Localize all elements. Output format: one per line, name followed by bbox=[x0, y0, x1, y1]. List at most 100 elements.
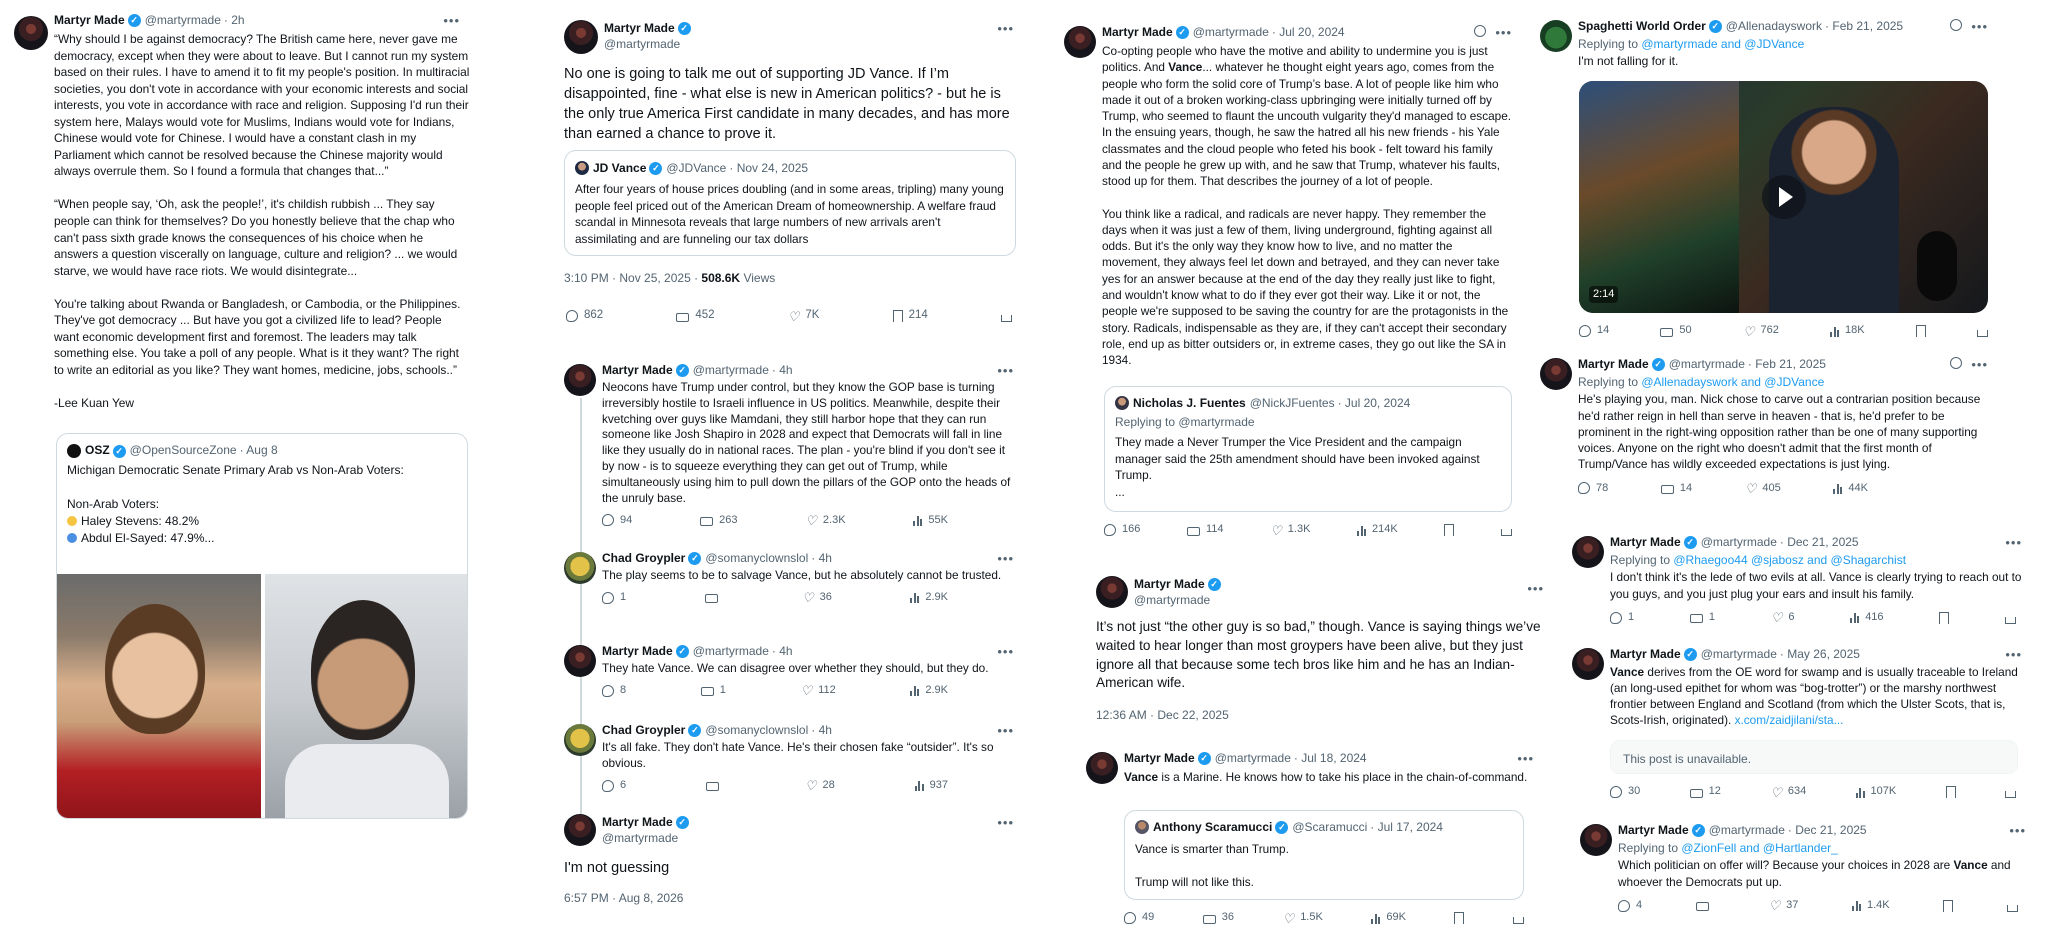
author-name[interactable]: Martyr Made bbox=[1578, 356, 1649, 372]
reply-button[interactable]: 6 bbox=[602, 778, 626, 793]
bookmark-button[interactable] bbox=[1915, 325, 1926, 337]
tweet-vance-etymology[interactable]: Martyr Made ✓ @martyrmade · May 26, 2025 ••… bbox=[1572, 646, 2022, 802]
timestamp[interactable]: · Jul 20, 2024 bbox=[1272, 24, 1345, 40]
avatar[interactable] bbox=[564, 814, 596, 846]
reply-button[interactable]: 166 bbox=[1104, 522, 1140, 537]
more-dots-icon[interactable]: ••• bbox=[2005, 646, 2022, 664]
views-button[interactable]: 416 bbox=[1850, 610, 1884, 625]
views-button[interactable]: 2.9K bbox=[910, 683, 948, 698]
avatar[interactable] bbox=[564, 20, 598, 54]
more-dots-icon[interactable]: ••• bbox=[2009, 822, 2026, 840]
timestamp[interactable]: · 2h bbox=[224, 12, 245, 28]
author-handle[interactable]: @martyrmade bbox=[602, 830, 693, 846]
bookmark-button[interactable] bbox=[1943, 899, 1954, 912]
more-dots-icon[interactable]: ••• bbox=[1971, 356, 1988, 374]
avatar[interactable] bbox=[1572, 536, 1604, 568]
timestamp[interactable]: · Feb 21, 2025 bbox=[1748, 356, 1826, 372]
post-time[interactable]: 3:10 PM · Nov 25, 2025 · bbox=[564, 271, 701, 285]
avatar[interactable] bbox=[1086, 752, 1118, 784]
bookmark-button[interactable] bbox=[1939, 611, 1950, 624]
more-dots-icon[interactable]: ••• bbox=[1971, 18, 1988, 36]
author-name[interactable]: Spaghetti World Order bbox=[1578, 18, 1706, 34]
reply-button[interactable]: 49 bbox=[1124, 910, 1154, 925]
author-name[interactable]: Martyr Made bbox=[602, 814, 673, 830]
reply-button[interactable]: 4 bbox=[1618, 898, 1642, 913]
author-handle[interactable]: @martyrmade bbox=[1709, 822, 1785, 838]
author-handle[interactable]: @martyrmade bbox=[1134, 592, 1225, 608]
tweet-lee-kuan-yew[interactable]: Martyr Made ✓ @martyrmade · 2h ••• “Why … bbox=[14, 12, 470, 819]
like-button[interactable]: ♡ 28 bbox=[805, 778, 835, 793]
timestamp[interactable]: · 4h bbox=[811, 722, 832, 738]
reply-button[interactable]: 1 bbox=[1610, 610, 1634, 625]
repost-button[interactable]: 12 bbox=[1689, 784, 1721, 799]
share-button[interactable] bbox=[1512, 912, 1524, 924]
timestamp[interactable]: · Dec 21, 2025 bbox=[1780, 534, 1859, 550]
views-button[interactable]: 18K bbox=[1830, 323, 1865, 338]
like-button[interactable]: ♡ 634 bbox=[1770, 784, 1806, 799]
views-button[interactable]: 937 bbox=[914, 778, 948, 793]
avatar[interactable] bbox=[1064, 26, 1096, 58]
tweet-lede-of-two-evils[interactable]: Martyr Made ✓ @martyrmade · Dec 21, 2025 ••… bbox=[1572, 534, 2022, 634]
avatar[interactable] bbox=[1096, 576, 1128, 608]
avatar[interactable] bbox=[1580, 824, 1612, 856]
tweet-other-guy[interactable]: Martyr Made ✓ @martyrmade ••• It’s not ju… bbox=[1096, 574, 1546, 724]
post-time[interactable]: 6:57 PM · Aug 8, 2026 bbox=[564, 890, 683, 906]
quote-author-handle[interactable]: @OpenSourceZone bbox=[130, 442, 237, 459]
author-name[interactable]: Chad Groypler bbox=[602, 722, 685, 738]
post-time[interactable]: 12:36 AM · Dec 22, 2025 bbox=[1096, 707, 1229, 723]
reply-button[interactable]: 78 bbox=[1578, 481, 1608, 496]
avatar[interactable] bbox=[1540, 358, 1572, 390]
video-player[interactable]: 2:14 bbox=[1579, 81, 1988, 313]
reply-not-guessing[interactable]: Martyr Made ✓ @martyrmade ••• I'm not gue… bbox=[564, 814, 1016, 914]
repost-button[interactable]: 36 bbox=[1202, 910, 1234, 925]
author-name[interactable]: Martyr Made bbox=[1102, 24, 1173, 40]
share-button[interactable] bbox=[1500, 524, 1512, 536]
grok-icon[interactable] bbox=[1474, 25, 1486, 37]
avatar[interactable] bbox=[1135, 820, 1149, 834]
repost-button[interactable] bbox=[1695, 900, 1715, 912]
grok-icon[interactable] bbox=[1950, 357, 1962, 369]
like-button[interactable]: ♡ 2.3K bbox=[805, 513, 845, 528]
bookmark-button[interactable] bbox=[1454, 912, 1465, 924]
quoted-tweet[interactable]: Anthony Scaramucci ✓ @Scaramucci · Jul 1… bbox=[1124, 810, 1524, 900]
quote-author-name[interactable]: Nicholas J. Fuentes bbox=[1133, 395, 1246, 411]
reply-mentions[interactable]: @Rhaegoo44 @sjabosz and @Shagarchist bbox=[1673, 553, 1906, 567]
author-handle[interactable]: @martyrmade bbox=[1193, 24, 1269, 40]
like-button[interactable]: ♡ 36 bbox=[802, 590, 832, 605]
quoted-tweet[interactable]: OSZ ✓ @OpenSourceZone · Aug 8 Michigan D… bbox=[56, 433, 468, 819]
like-button[interactable]: ♡ 405 bbox=[1745, 481, 1781, 496]
reply-salvage-vance[interactable]: Chad Groypler ✓ @somanyclownslol · 4h ••• T… bbox=[564, 550, 1016, 630]
repost-button[interactable]: 263 bbox=[700, 513, 737, 528]
quote-author-handle[interactable]: @NickJFuentes bbox=[1250, 395, 1335, 411]
views-button[interactable]: 2.9K bbox=[910, 590, 948, 605]
reply-button[interactable]: 30 bbox=[1610, 784, 1640, 799]
avatar[interactable] bbox=[564, 724, 596, 756]
author-name[interactable]: Martyr Made bbox=[602, 643, 673, 659]
grok-icon[interactable] bbox=[1950, 19, 1962, 31]
reply-button[interactable]: 1 bbox=[602, 590, 626, 605]
share-button[interactable] bbox=[2004, 612, 2016, 624]
timestamp[interactable]: · 4h bbox=[772, 362, 793, 378]
timestamp[interactable]: · 4h bbox=[811, 550, 832, 566]
like-button[interactable]: ♡ 1.5K bbox=[1283, 910, 1323, 925]
tweet-not-falling-for-it[interactable]: Spaghetti World Order ✓ @Allenadayswork · F… bbox=[1540, 18, 1988, 338]
like-button[interactable]: ♡ 37 bbox=[1768, 898, 1798, 913]
views-button[interactable]: 1.4K bbox=[1852, 898, 1890, 913]
author-handle[interactable]: @martyrmade bbox=[1215, 750, 1291, 766]
quote-author-handle[interactable]: @JDVance bbox=[666, 160, 726, 176]
more-dots-icon[interactable]: ••• bbox=[1495, 24, 1512, 42]
more-dots-icon[interactable]: ••• bbox=[997, 814, 1014, 832]
reply-button[interactable]: 8 bbox=[602, 683, 626, 698]
timestamp[interactable]: · May 26, 2025 bbox=[1780, 646, 1860, 662]
more-dots-icon[interactable]: ••• bbox=[997, 643, 1014, 661]
tweet-link[interactable]: x.com/zaidjilani/sta... bbox=[1735, 713, 1844, 727]
reply-mentions[interactable]: @martyrmade and @JDVance bbox=[1641, 37, 1804, 51]
avatar[interactable] bbox=[564, 552, 596, 584]
quoted-tweet[interactable]: Nicholas J. Fuentes @NickJFuentes · Jul … bbox=[1104, 386, 1512, 512]
photo-abdul-el-sayed[interactable] bbox=[265, 574, 467, 818]
more-dots-icon[interactable]: ••• bbox=[997, 362, 1014, 380]
reply-mentions[interactable]: @ZionFell and @Hartlander_ bbox=[1681, 841, 1837, 855]
more-dots-icon[interactable]: ••• bbox=[443, 12, 460, 30]
author-name[interactable]: Chad Groypler bbox=[602, 550, 685, 566]
author-handle[interactable]: @martyrmade bbox=[604, 36, 695, 52]
